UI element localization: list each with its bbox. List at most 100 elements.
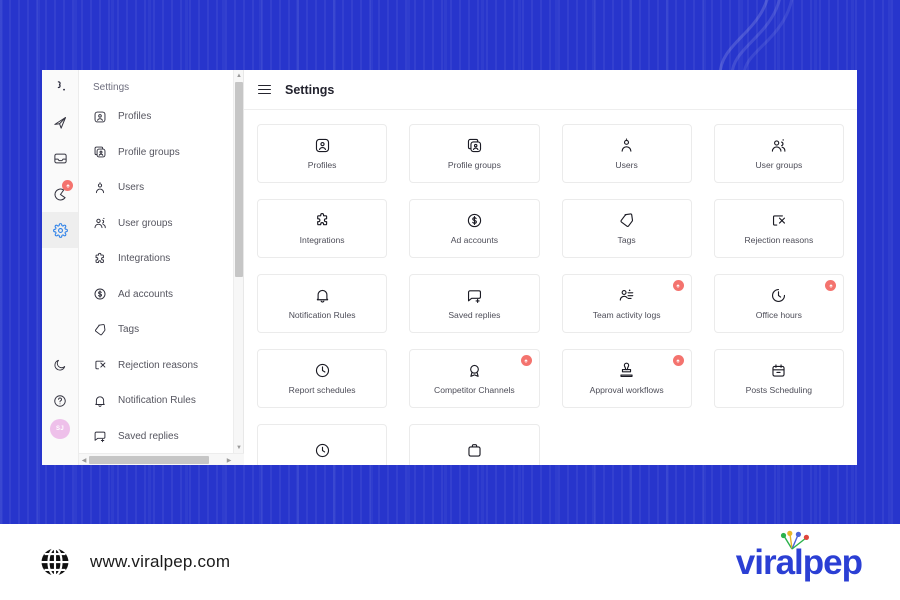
settings-card-competitor-channels[interactable]: Competitor Channels xyxy=(409,349,540,408)
users-group-icon xyxy=(93,216,107,230)
scroll-left-arrow-icon[interactable]: ◀ xyxy=(79,454,89,465)
activity-log-icon xyxy=(618,287,635,304)
settings-card-label: Integrations xyxy=(299,235,345,246)
tag-icon xyxy=(618,212,635,229)
sidebar-item-profiles[interactable]: Profiles xyxy=(79,99,233,135)
partial-icon-b xyxy=(466,442,483,459)
sidebar-item-label: Profiles xyxy=(118,111,152,123)
settings-card-profiles[interactable]: Profiles xyxy=(257,124,388,183)
settings-card-report-schedules[interactable]: Report schedules xyxy=(257,349,388,408)
partial-icon-a xyxy=(314,442,331,459)
dollar-circle-icon xyxy=(93,287,107,301)
sidebar-item-profile-groups[interactable]: Profile groups xyxy=(79,135,233,171)
cards-area: Profiles Profile groups Users User groups In… xyxy=(244,110,857,465)
rail-item-publish[interactable] xyxy=(42,104,78,140)
settings-card-approval-workflows[interactable]: Approval workflows xyxy=(561,349,692,408)
puzzle-icon xyxy=(93,252,107,266)
icon-rail: SJ xyxy=(42,70,79,465)
hamburger-icon[interactable] xyxy=(258,84,271,95)
sidebar-item-label: Notification Rules xyxy=(118,395,196,407)
settings-card-user-groups[interactable]: User groups xyxy=(713,124,844,183)
nav-panel-title: Settings xyxy=(93,82,130,93)
footer-url[interactable]: www.viralpep.com xyxy=(90,552,230,572)
settings-card-posts-scheduling[interactable]: Posts Scheduling xyxy=(713,349,844,408)
bell-icon xyxy=(314,287,331,304)
sidebar-item-notification-rules[interactable]: Notification Rules xyxy=(79,383,233,419)
settings-card-rejection-reasons[interactable]: Rejection reasons xyxy=(713,199,844,258)
settings-card-ad-accounts[interactable]: Ad accounts xyxy=(409,199,540,258)
nav-vertical-scrollbar[interactable]: ▲ ▼ xyxy=(233,70,243,465)
settings-card-saved-replies[interactable]: Saved replies xyxy=(409,274,540,333)
rail-item-settings[interactable] xyxy=(42,212,78,248)
footer-bar: www.viralpep.com viralpep xyxy=(0,524,900,600)
analytics-badge xyxy=(62,180,73,191)
profile-badge-icon xyxy=(314,137,331,154)
moon-icon xyxy=(54,359,66,371)
nav-horizontal-scroll-thumb[interactable] xyxy=(89,456,209,464)
sidebar-item-saved-replies[interactable]: Saved replies xyxy=(79,419,233,455)
screenshot-stage: SJ Settings Profiles Profile groups Users U… xyxy=(0,0,900,600)
settings-card-label: Rejection reasons xyxy=(744,235,814,246)
settings-card-profile-groups[interactable]: Profile groups xyxy=(409,124,540,183)
status-badge xyxy=(520,355,532,366)
scroll-down-arrow-icon[interactable]: ▼ xyxy=(234,442,244,453)
user-icon xyxy=(618,137,635,154)
settings-card-notification-rules[interactable]: Notification Rules xyxy=(257,274,388,333)
sidebar-item-users[interactable]: Users xyxy=(79,170,233,206)
rail-logo-icon[interactable] xyxy=(42,70,78,104)
scroll-up-arrow-icon[interactable]: ▲ xyxy=(234,70,244,81)
settings-card-label: Approval workflows xyxy=(589,385,664,396)
rail-item-inbox[interactable] xyxy=(42,140,78,176)
sidebar-item-label: Users xyxy=(118,182,145,194)
publish-icon xyxy=(53,116,66,129)
sidebar-item-label: Tags xyxy=(118,324,140,336)
settings-card-label: Ad accounts xyxy=(450,235,499,246)
settings-icon xyxy=(52,222,68,238)
sidebar-item-label: Rejection reasons xyxy=(118,359,199,371)
sidebar-item-user-groups[interactable]: User groups xyxy=(79,206,233,242)
settings-card-team-activity-logs[interactable]: Team activity logs xyxy=(561,274,692,333)
settings-card-partial-16[interactable] xyxy=(257,424,388,465)
saved-reply-icon xyxy=(466,287,483,304)
profile-badge-icon xyxy=(93,110,107,124)
sidebar-item-tags[interactable]: Tags xyxy=(79,312,233,348)
sidebar-item-label: User groups xyxy=(118,217,173,229)
settings-card-label: Office hours xyxy=(755,310,802,321)
sidebar-item-integrations[interactable]: Integrations xyxy=(79,241,233,277)
user-icon xyxy=(93,181,107,195)
users-group-icon xyxy=(770,137,787,154)
app-window: SJ Settings Profiles Profile groups Users U… xyxy=(42,70,857,465)
nav-vertical-scroll-thumb[interactable] xyxy=(235,82,243,277)
dollar-circle-icon xyxy=(466,212,483,229)
inbox-icon xyxy=(53,153,67,163)
settings-card-label: Notification Rules xyxy=(288,310,356,321)
nav-horizontal-scrollbar[interactable]: ◀ ▶ xyxy=(79,453,244,465)
settings-card-users[interactable]: Users xyxy=(561,124,692,183)
page-title: Settings xyxy=(285,82,335,97)
avatar[interactable]: SJ xyxy=(50,419,70,439)
settings-card-office-hours[interactable]: Office hours xyxy=(713,274,844,333)
settings-card-label: Tags xyxy=(617,235,636,246)
sidebar-item-rejection-reasons[interactable]: Rejection reasons xyxy=(79,348,233,384)
rail-item-help[interactable] xyxy=(42,383,78,419)
clock-icon xyxy=(314,362,331,379)
scroll-right-arrow-icon[interactable]: ▶ xyxy=(224,454,234,465)
rail-item-analytics[interactable] xyxy=(42,176,78,212)
settings-card-label: Report schedules xyxy=(288,385,356,396)
sidebar-item-ad-accounts[interactable]: Ad accounts xyxy=(79,277,233,313)
rail-item-theme[interactable] xyxy=(42,347,78,383)
profile-groups-icon xyxy=(93,145,107,159)
settings-card-tags[interactable]: Tags xyxy=(561,199,692,258)
sidebar-item-label: Saved replies xyxy=(118,430,179,442)
footer-left-group: www.viralpep.com xyxy=(38,545,230,579)
settings-card-integrations[interactable]: Integrations xyxy=(257,199,388,258)
main-content: Settings Profiles Profile groups Users User… xyxy=(244,70,857,465)
settings-cards-grid: Profiles Profile groups Users User groups In… xyxy=(257,124,844,465)
profile-groups-icon xyxy=(466,137,483,154)
settings-card-partial-17[interactable] xyxy=(409,424,540,465)
settings-card-label: Users xyxy=(615,160,638,171)
settings-nav-panel: Settings Profiles Profile groups Users User… xyxy=(79,70,244,465)
status-badge xyxy=(672,280,684,291)
status-badge xyxy=(672,355,684,366)
reject-icon xyxy=(93,358,107,372)
